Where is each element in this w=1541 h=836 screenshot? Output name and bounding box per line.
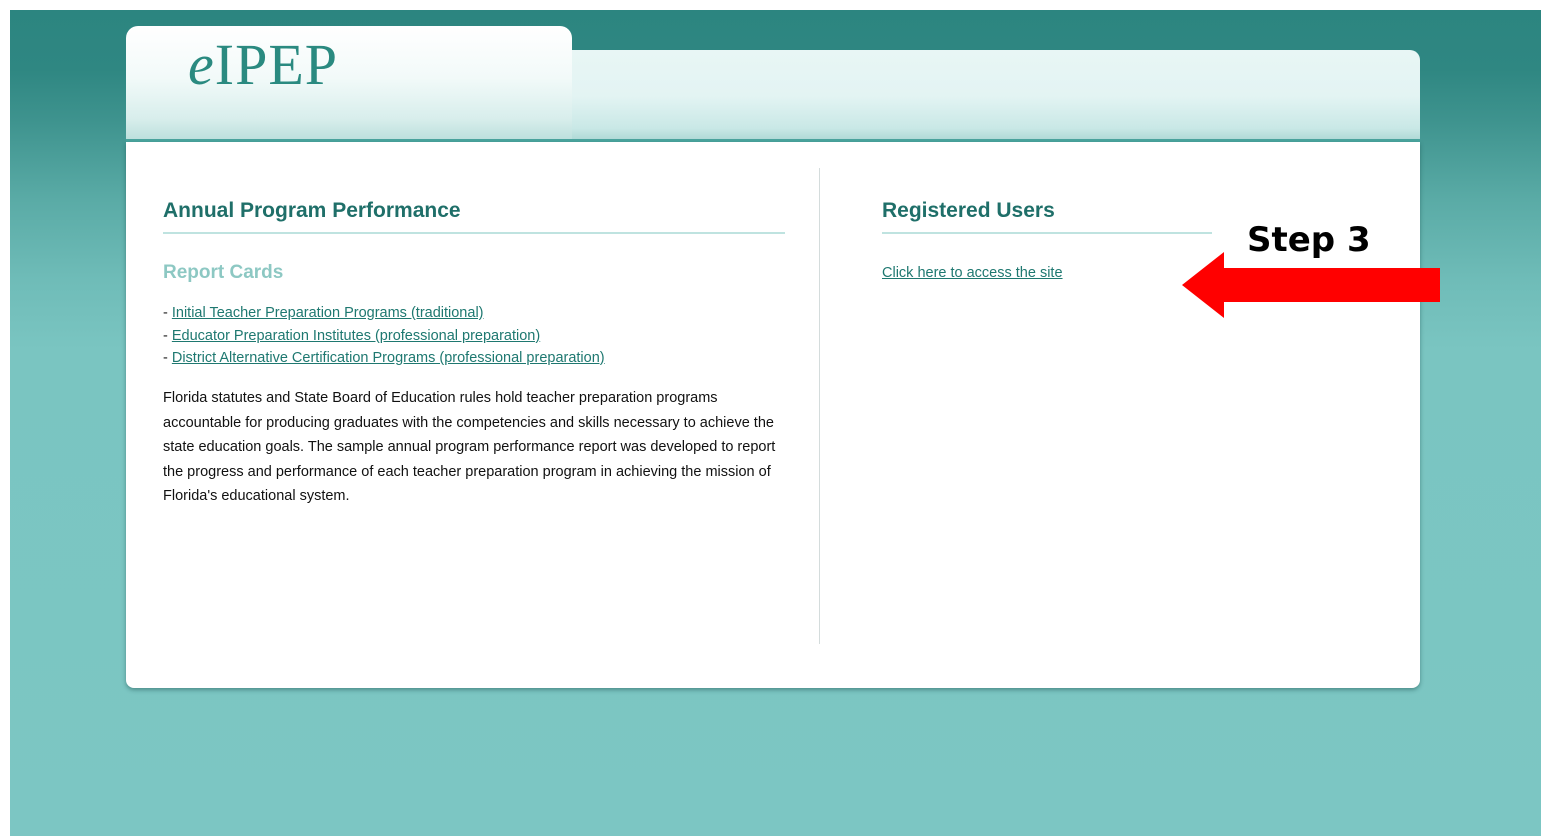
column-divider [819, 168, 820, 644]
site-logo[interactable]: eIPEP [188, 30, 338, 100]
left-title-underline [163, 232, 785, 234]
list-item: - Educator Preparation Institutes (profe… [163, 325, 605, 348]
arrow-shape [1182, 252, 1440, 318]
report-cards-heading: Report Cards [163, 262, 284, 283]
list-bullet: - [163, 350, 172, 366]
annual-program-performance-title: Annual Program Performance [163, 199, 461, 222]
report-card-list: - Initial Teacher Preparation Programs (… [163, 302, 605, 370]
list-bullet: - [163, 327, 172, 344]
logo-text: IPEP [214, 32, 339, 97]
list-item: - Initial Teacher Preparation Programs (… [163, 302, 605, 325]
access-site-link[interactable]: Click here to access the site [882, 264, 1063, 282]
initial-teacher-preparation-link[interactable]: Initial Teacher Preparation Programs (tr… [172, 305, 484, 321]
right-title-underline [882, 232, 1212, 234]
logo-prefix: e [188, 32, 215, 97]
red-arrow-icon [1182, 252, 1440, 318]
educator-preparation-institutes-link[interactable]: Educator Preparation Institutes (profess… [172, 328, 540, 344]
list-item: - District Alternative Certification Pro… [163, 347, 605, 370]
program-description: Florida statutes and State Board of Educ… [163, 390, 776, 504]
registered-users-title: Registered Users [882, 199, 1055, 222]
district-alternative-certification-link[interactable]: District Alternative Certification Progr… [172, 350, 605, 366]
list-bullet: - [163, 305, 172, 321]
